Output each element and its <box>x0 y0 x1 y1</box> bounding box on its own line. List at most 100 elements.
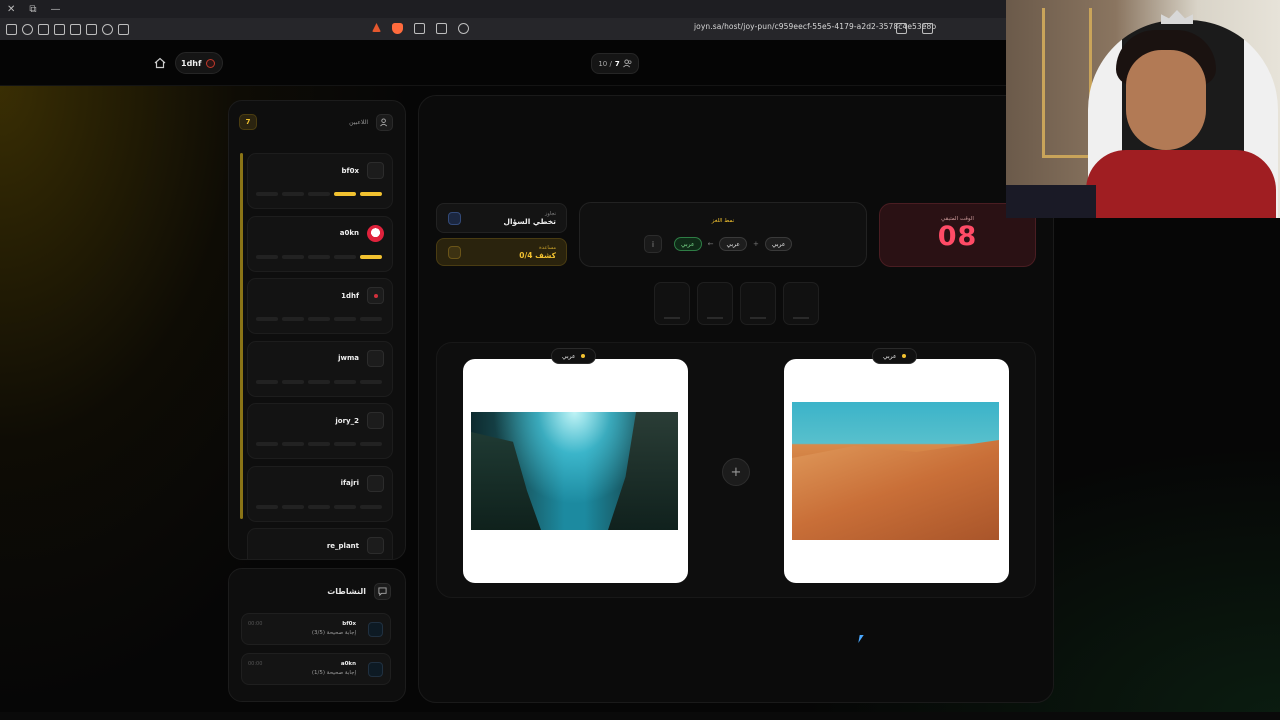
player-avatar <box>367 412 384 429</box>
music-icon[interactable] <box>102 23 113 35</box>
player-card[interactable]: re_plant <box>247 528 393 559</box>
player-name: jory_2 <box>335 416 359 425</box>
translate-icon[interactable] <box>458 23 469 34</box>
answer-slot[interactable] <box>783 282 819 325</box>
chat-icon <box>374 582 391 600</box>
progress-segment <box>308 317 330 321</box>
close-window-icon[interactable]: ✕ <box>7 4 15 15</box>
player-card[interactable]: bf0x <box>247 153 393 209</box>
sidebar-icon[interactable] <box>86 23 97 35</box>
player-card-top: 1dhf <box>256 287 384 304</box>
player-progress <box>256 254 382 259</box>
home-icon[interactable] <box>154 57 166 69</box>
players-panel: 7 اللاعبين bf0x a0kn 1dhf jwma jory_2 ifajri r… <box>228 100 406 560</box>
progress-segment <box>308 192 330 196</box>
url-actions <box>896 23 938 34</box>
answer-slot[interactable] <box>654 282 690 325</box>
room-avatar <box>206 58 216 68</box>
plus-icon: + <box>753 240 759 248</box>
extensions-icon[interactable] <box>54 23 65 35</box>
activity-item: 00:00 bf0x إجابة صحيحة (3/5) <box>241 613 391 645</box>
face <box>1126 50 1206 150</box>
brave-shields-icon[interactable] <box>392 23 403 34</box>
progress-segment <box>334 192 356 196</box>
brave-rewards-icon[interactable] <box>372 23 381 32</box>
progress-segment <box>282 317 304 321</box>
menu-icon[interactable] <box>6 23 17 35</box>
activity-text: bf0x إجابة صحيحة (3/5) <box>312 620 356 638</box>
activity-player: bf0x <box>342 621 356 627</box>
minimize-window-icon[interactable]: — <box>51 4 61 15</box>
player-name: 1dhf <box>341 291 359 300</box>
tabs-icon[interactable] <box>70 23 81 35</box>
tag-dot-icon <box>580 354 585 358</box>
activity-panel: النشاطات 00:00 bf0x إجابة صحيحة (3/5) 00:00… <box>228 568 406 702</box>
image-tag-right: عربي <box>872 348 917 364</box>
info-icon[interactable]: i <box>644 235 662 253</box>
player-avatar <box>367 474 384 492</box>
progress-segment <box>308 442 330 446</box>
player-card-top: ifajri <box>256 474 384 492</box>
pattern-title: نمط اللغز <box>711 218 735 224</box>
room-chip[interactable]: 1dhf <box>175 52 223 74</box>
players-count-chip: 10 / 7 <box>591 53 639 74</box>
player-avatar <box>367 349 384 367</box>
share-icon[interactable] <box>896 23 907 34</box>
player-name: jwma <box>338 354 359 362</box>
activity-panel-header: النشاطات <box>229 569 405 613</box>
back-icon[interactable] <box>414 23 425 34</box>
bookmark-icon[interactable] <box>922 23 933 34</box>
image-tag-left: عربي <box>551 348 596 364</box>
player-card[interactable]: ifajri <box>247 465 393 522</box>
profile-icon[interactable] <box>22 23 33 35</box>
lightbulb-icon <box>448 246 461 259</box>
player-card[interactable]: a0kn <box>247 215 393 272</box>
underwater-image <box>471 412 678 530</box>
progress-segment <box>334 379 356 384</box>
activity-title: النشاطات <box>327 586 366 596</box>
bottom-strip <box>0 712 1280 720</box>
skip-question-button[interactable]: تجاوز تخطي السؤال <box>436 203 567 233</box>
shirt <box>1086 150 1276 218</box>
answer-slot[interactable] <box>740 282 776 325</box>
pattern-pill-1: عربي <box>764 237 793 251</box>
shield-icon[interactable] <box>38 23 49 35</box>
desert-image <box>792 402 999 540</box>
player-name: a0kn <box>339 229 359 237</box>
activity-list: 00:00 bf0x إجابة صحيحة (3/5) 00:00 a0kn إجابة… <box>229 613 405 685</box>
activity-item: 00:00 a0kn إجابة صحيحة (1/5) <box>241 653 391 685</box>
player-list-scroll-rail[interactable] <box>240 153 243 519</box>
users-icon <box>622 59 632 68</box>
hint-button[interactable]: مساعدة 0/4 كشف <box>436 238 567 266</box>
progress-segment <box>256 442 278 446</box>
image-card-right[interactable] <box>784 359 1009 583</box>
desk <box>1006 185 1096 218</box>
player-card[interactable]: jwma <box>247 340 393 397</box>
player-card-top: re_plant <box>256 537 384 554</box>
player-name: ifajri <box>340 479 359 487</box>
progress-segment <box>256 379 278 384</box>
image-tag-right-label: عربي <box>883 352 897 360</box>
progress-segment <box>360 504 382 509</box>
users-icon <box>376 113 393 131</box>
address-bar-icons <box>372 23 474 34</box>
player-card[interactable]: jory_2 <box>247 403 393 459</box>
restore-window-icon[interactable]: ⧉ <box>29 4 36 15</box>
reader-icon[interactable] <box>436 23 447 34</box>
players-panel-title: اللاعبين <box>349 113 393 131</box>
screenshot-icon[interactable] <box>118 23 129 35</box>
image-card-left[interactable] <box>463 359 688 583</box>
answer-slot[interactable] <box>697 282 733 325</box>
progress-segment <box>308 504 330 509</box>
player-card-top: jory_2 <box>256 412 384 429</box>
progress-segment <box>360 379 382 384</box>
activity-time: 00:00 <box>248 661 263 667</box>
pattern-result-pill: عربي <box>674 237 702 251</box>
hint-main-label: 0/4 كشف <box>519 250 556 260</box>
app-header <box>0 40 1006 86</box>
answer-slots <box>654 282 819 325</box>
progress-segment <box>334 504 356 509</box>
player-card[interactable]: 1dhf <box>247 278 393 334</box>
hint-text: مساعدة 0/4 كشف <box>519 245 556 260</box>
player-avatar <box>367 537 384 554</box>
